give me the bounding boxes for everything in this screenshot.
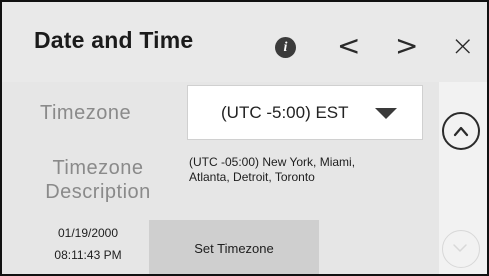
chevron-down-icon <box>453 244 467 252</box>
chevron-right-icon: > <box>395 29 419 62</box>
close-icon: × <box>451 29 475 62</box>
current-datetime: 01/19/2000 08:11:43 PM <box>34 222 142 266</box>
timezone-description-label-line1: Timezone <box>52 157 144 179</box>
scroll-up-button[interactable] <box>442 112 480 150</box>
timezone-description-value: (UTC -05:00) New York, Miami, Atlanta, D… <box>189 155 429 185</box>
timezone-description-label-line2: Description <box>45 181 151 203</box>
timezone-dropdown[interactable]: (UTC -5:00) EST <box>187 85 423 140</box>
close-button[interactable]: × <box>451 26 474 66</box>
caret-down-icon <box>375 108 397 119</box>
chevron-left-icon: < <box>337 29 361 62</box>
current-time: 08:11:43 PM <box>54 248 122 262</box>
timezone-label: Timezone <box>40 102 132 124</box>
timezone-description-line1: (UTC -05:00) New York, Miami, <box>189 155 356 169</box>
timezone-description-line2: Atlanta, Detroit, Toronto <box>189 170 315 184</box>
previous-button[interactable]: < <box>337 26 360 66</box>
next-button[interactable]: > <box>395 26 418 66</box>
chevron-up-icon <box>453 126 469 137</box>
header-bar: Date and Time i < > × <box>2 2 487 82</box>
set-timezone-button[interactable]: Set Timezone <box>149 220 319 274</box>
timezone-description-label: Timezone Description <box>28 156 168 204</box>
info-icon[interactable]: i <box>275 37 296 58</box>
timezone-selected-value: (UTC -5:00) EST <box>221 103 349 122</box>
current-date: 01/19/2000 <box>57 226 119 240</box>
scroll-down-button[interactable] <box>442 230 480 268</box>
date-time-panel: Date and Time i < > × Timezone (UTC -5:0… <box>0 0 489 276</box>
page-title: Date and Time <box>34 27 194 53</box>
